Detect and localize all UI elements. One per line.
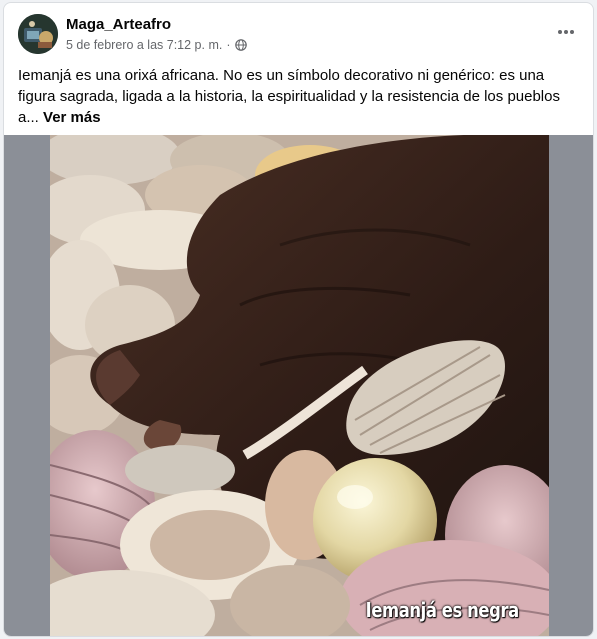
globe-icon[interactable] — [234, 39, 247, 51]
photo-hand-on-seashells — [50, 135, 549, 636]
post-options-button[interactable] — [553, 19, 579, 45]
post-media[interactable]: Iemanjá es negra — [4, 135, 593, 636]
more-horizontal-icon — [558, 30, 574, 34]
meta-separator: · — [226, 38, 231, 52]
post-header: Maga_Arteafro 5 de febrero a las 7:12 p.… — [4, 3, 593, 63]
post-meta: 5 de febrero a las 7:12 p. m. · — [66, 38, 247, 52]
video-caption: Iemanjá es negra — [365, 598, 520, 622]
author-avatar[interactable] — [18, 14, 58, 54]
post-photo[interactable]: Iemanjá es negra — [50, 135, 549, 636]
post-timestamp[interactable]: 5 de febrero a las 7:12 p. m. — [66, 38, 222, 52]
avatar-image — [18, 14, 58, 54]
see-more-link[interactable]: Ver más — [43, 109, 101, 126]
author-name[interactable]: Maga_Arteafro — [66, 16, 171, 33]
post-body: Iemanjá es una orixá africana. No es un … — [18, 65, 583, 128]
post-card: Maga_Arteafro 5 de febrero a las 7:12 p.… — [3, 2, 594, 637]
